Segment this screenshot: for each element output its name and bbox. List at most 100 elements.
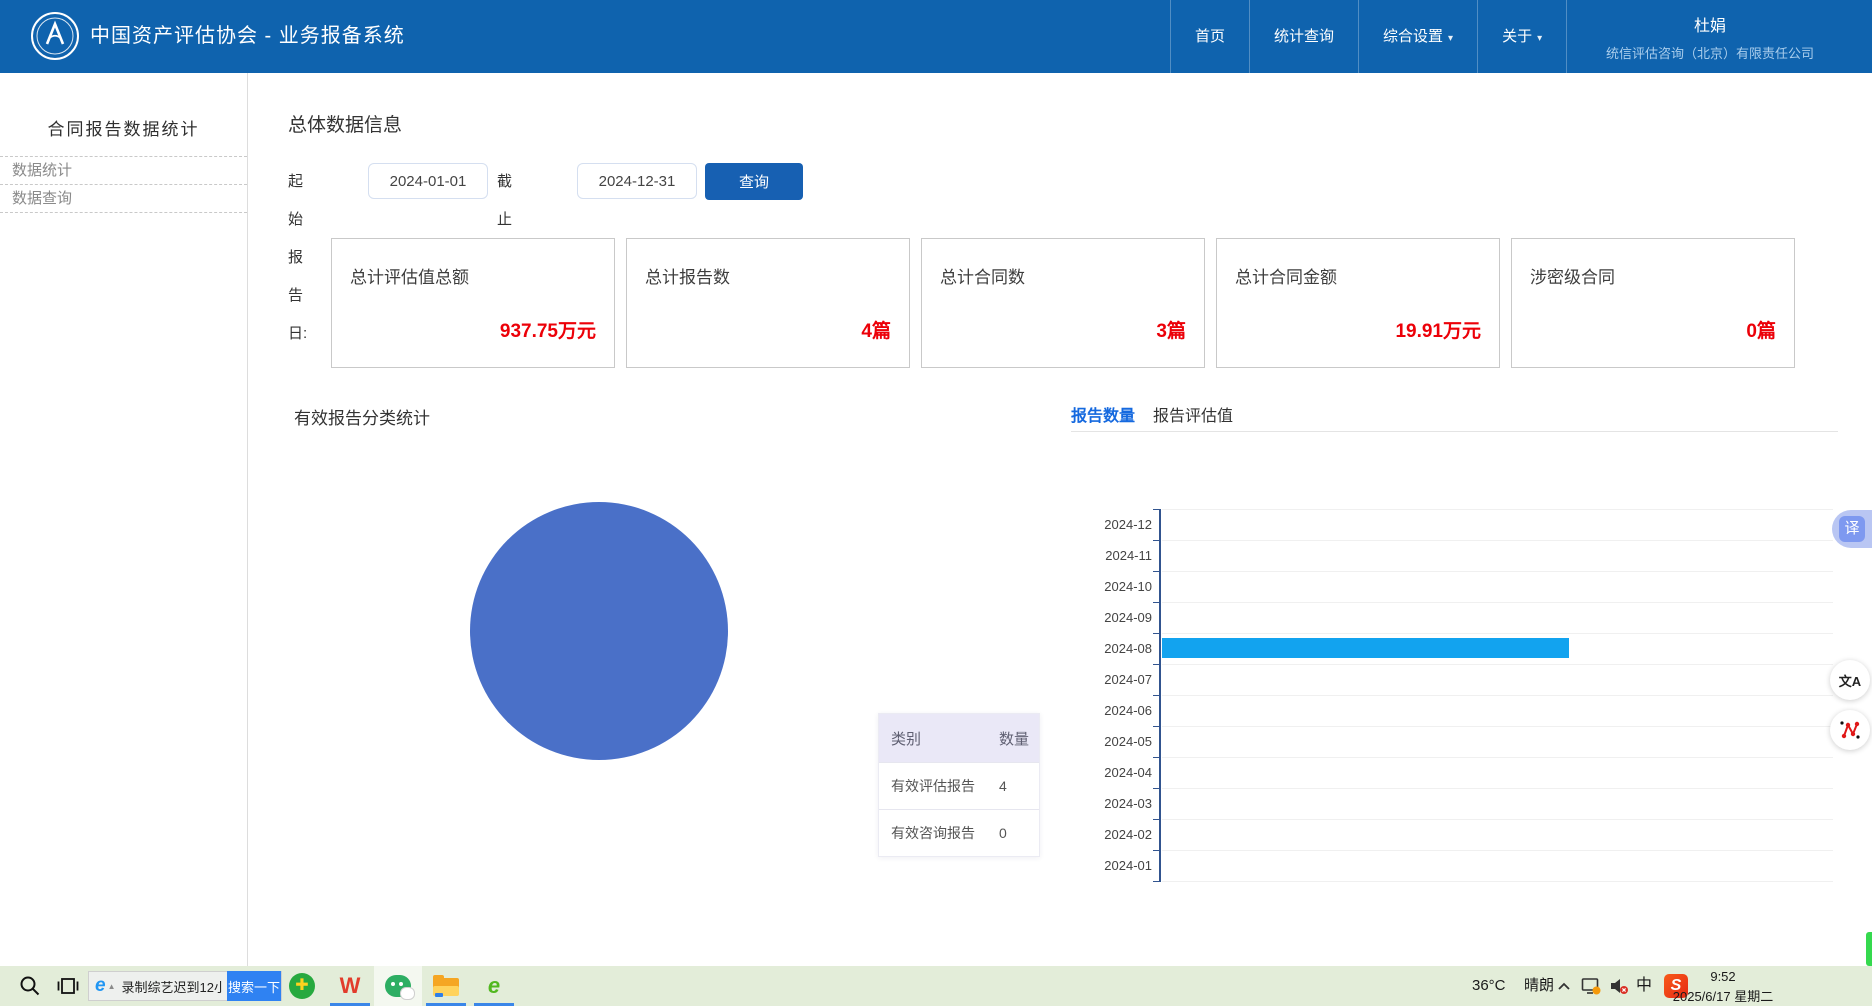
stat-card-value: 19.91万元 <box>1395 321 1481 342</box>
nav-item-2[interactable]: 统计查询 <box>1249 0 1358 73</box>
translate-pill-button[interactable]: 译 <box>1832 510 1872 548</box>
y-tick-label: 2024-09 <box>1104 610 1152 625</box>
taskbar-search-icon[interactable] <box>12 966 48 1006</box>
tray-display-icon[interactable] <box>1578 966 1604 1006</box>
gridline <box>1162 850 1833 851</box>
y-tick-label: 2024-08 <box>1104 641 1152 656</box>
y-tick-label: 2024-12 <box>1104 517 1152 532</box>
weather-temp[interactable]: 36°C <box>1472 966 1506 1006</box>
stat-card-value: 4篇 <box>861 321 891 342</box>
sidebar-menu: 数据统计 数据查询 <box>0 156 247 213</box>
y-axis-tick <box>1153 850 1159 851</box>
start-date-input[interactable] <box>368 163 488 199</box>
translate-float-button[interactable]: 文A <box>1830 660 1870 700</box>
stat-card-2: 总计报告数 4篇 <box>626 238 910 368</box>
gridline <box>1162 881 1833 882</box>
gridline <box>1162 757 1833 758</box>
pie-section-title: 有效报告分类统计 <box>294 409 430 428</box>
sidebar-item-1[interactable]: 数据统计 <box>0 157 247 185</box>
stat-card-title: 总计合同金额 <box>1235 268 1337 287</box>
task-view-icon[interactable] <box>52 966 84 1006</box>
gridline <box>1162 633 1833 634</box>
y-axis-tick <box>1153 633 1159 634</box>
tab-1[interactable]: 报告数量 <box>1071 402 1135 426</box>
network-float-button[interactable] <box>1830 710 1870 750</box>
gridline <box>1162 788 1833 789</box>
caret-up-icon: ▲ <box>107 981 116 991</box>
app-360-icon[interactable]: ✚ <box>278 966 326 1006</box>
chevron-down-icon: ▾ <box>1537 33 1543 44</box>
y-axis-tick <box>1153 664 1159 665</box>
stat-card-value: 3篇 <box>1156 321 1186 342</box>
network-icon <box>1840 721 1860 739</box>
screen: 中国资产评估协会 - 业务报备系统 首页 统计查询 综合设置 ▾ 关于 ▾ 杜娟 统信评估… <box>0 0 1872 1006</box>
y-tick-label: 2024-03 <box>1104 796 1152 811</box>
gridline <box>1162 726 1833 727</box>
tabs-divider <box>1071 431 1838 432</box>
weather-desc[interactable]: 晴朗 <box>1524 966 1554 1006</box>
taskbar-clock[interactable]: 9:52 2025/6/17 星期二 <box>1668 966 1778 1006</box>
row-count: 4 <box>999 778 1007 794</box>
tray-chevron-up-icon[interactable] <box>1552 966 1576 1006</box>
app-wps-icon[interactable]: W <box>326 966 374 1006</box>
stat-card-title: 涉密级合同 <box>1530 268 1615 287</box>
app-file-explorer-icon[interactable] <box>422 966 470 1006</box>
app-wechat-icon[interactable] <box>374 966 422 1006</box>
page-title: 中国资产评估协会 - 业务报备系统 <box>90 25 405 47</box>
y-tick-label: 2024-04 <box>1104 765 1152 780</box>
pie-chart <box>470 502 728 760</box>
query-button[interactable]: 查询 <box>705 163 803 200</box>
edge-indicator <box>1866 932 1872 966</box>
user-company: 统信评估咨询（北京）有限责任公司 <box>1605 46 1814 61</box>
row-category: 有效咨询报告 <box>891 825 975 841</box>
stat-card-1: 总计评估值总额 937.75万元 <box>331 238 615 368</box>
category-table: 类别 数量 有效评估报告 4 有效咨询报告 0 <box>878 713 1040 857</box>
end-date-input[interactable] <box>577 163 697 199</box>
tray-ime-icon[interactable]: 中 <box>1636 966 1652 1006</box>
taskbar-search-box[interactable]: e ▲ 录制综艺迟到12小时 搜索一下 <box>88 971 282 1001</box>
clock-date: 2025/6/17 星期二 <box>1672 989 1774 1004</box>
stat-cards-row: 总计评估值总额 937.75万元 总计报告数 4篇 总计合同数 3篇 总计合同金额 19.91… <box>331 238 1795 368</box>
report-tabs: 报告数量 报告评估值 <box>1071 402 1233 426</box>
taskbar-search-button[interactable]: 搜索一下 <box>227 971 281 1001</box>
navbar: 中国资产评估协会 - 业务报备系统 首页 统计查询 综合设置 ▾ 关于 ▾ 杜娟 统信评估… <box>0 0 1872 73</box>
chevron-down-icon: ▾ <box>1448 33 1454 44</box>
y-tick-label: 2024-11 <box>1105 548 1152 563</box>
translate-icon: 文A <box>1838 673 1862 689</box>
y-axis-tick <box>1153 602 1159 603</box>
nav-menu: 首页 统计查询 综合设置 ▾ 关于 ▾ <box>1170 0 1568 73</box>
app-browser-icon[interactable]: e <box>470 966 518 1006</box>
stat-card-value: 0篇 <box>1746 321 1776 342</box>
gridline <box>1162 664 1833 665</box>
y-axis-tick <box>1153 695 1159 696</box>
nav-item-1[interactable]: 首页 <box>1170 0 1249 73</box>
stat-card-title: 总计评估值总额 <box>350 268 469 287</box>
y-axis-tick <box>1153 540 1159 541</box>
tab-2[interactable]: 报告评估值 <box>1153 402 1233 426</box>
category-table-body: 有效评估报告 4 有效咨询报告 0 <box>879 762 1039 856</box>
tray-volume-muted-icon[interactable] <box>1606 966 1632 1006</box>
start-date-label: 起始报告日: <box>288 173 308 342</box>
bar-chart-plot <box>1153 509 1834 882</box>
stat-card-title: 总计合同数 <box>940 268 1025 287</box>
clock-time: 9:52 <box>1710 969 1736 984</box>
nav-item-3[interactable]: 综合设置 ▾ <box>1358 0 1477 73</box>
user-info[interactable]: 杜娟 统信评估咨询（北京）有限责任公司 <box>1548 0 1872 73</box>
association-logo-icon <box>30 11 80 61</box>
gridline <box>1162 571 1833 572</box>
y-tick-label: 2024-06 <box>1104 703 1152 718</box>
stat-card-title: 总计报告数 <box>645 268 730 287</box>
y-tick-label: 2024-07 <box>1104 672 1152 687</box>
row-count: 0 <box>999 825 1007 841</box>
y-tick-label: 2024-02 <box>1104 827 1152 842</box>
stat-card-4: 总计合同金额 19.91万元 <box>1216 238 1500 368</box>
gridline <box>1162 695 1833 696</box>
end-date-label: 截止报告日: <box>497 173 516 342</box>
sidebar-item-2[interactable]: 数据查询 <box>0 185 247 213</box>
bar-chart-ylabels: 2024-12 2024-11 2024-10 2024-09 2024-08 2024-… <box>1040 509 1152 882</box>
table-row-1: 有效评估报告 4 <box>879 762 1039 809</box>
taskbar-search-text: 录制综艺迟到12小时 <box>121 979 222 995</box>
ie-icon: e <box>95 975 106 996</box>
stat-card-3: 总计合同数 3篇 <box>921 238 1205 368</box>
overview-section-title: 总体数据信息 <box>288 115 403 136</box>
